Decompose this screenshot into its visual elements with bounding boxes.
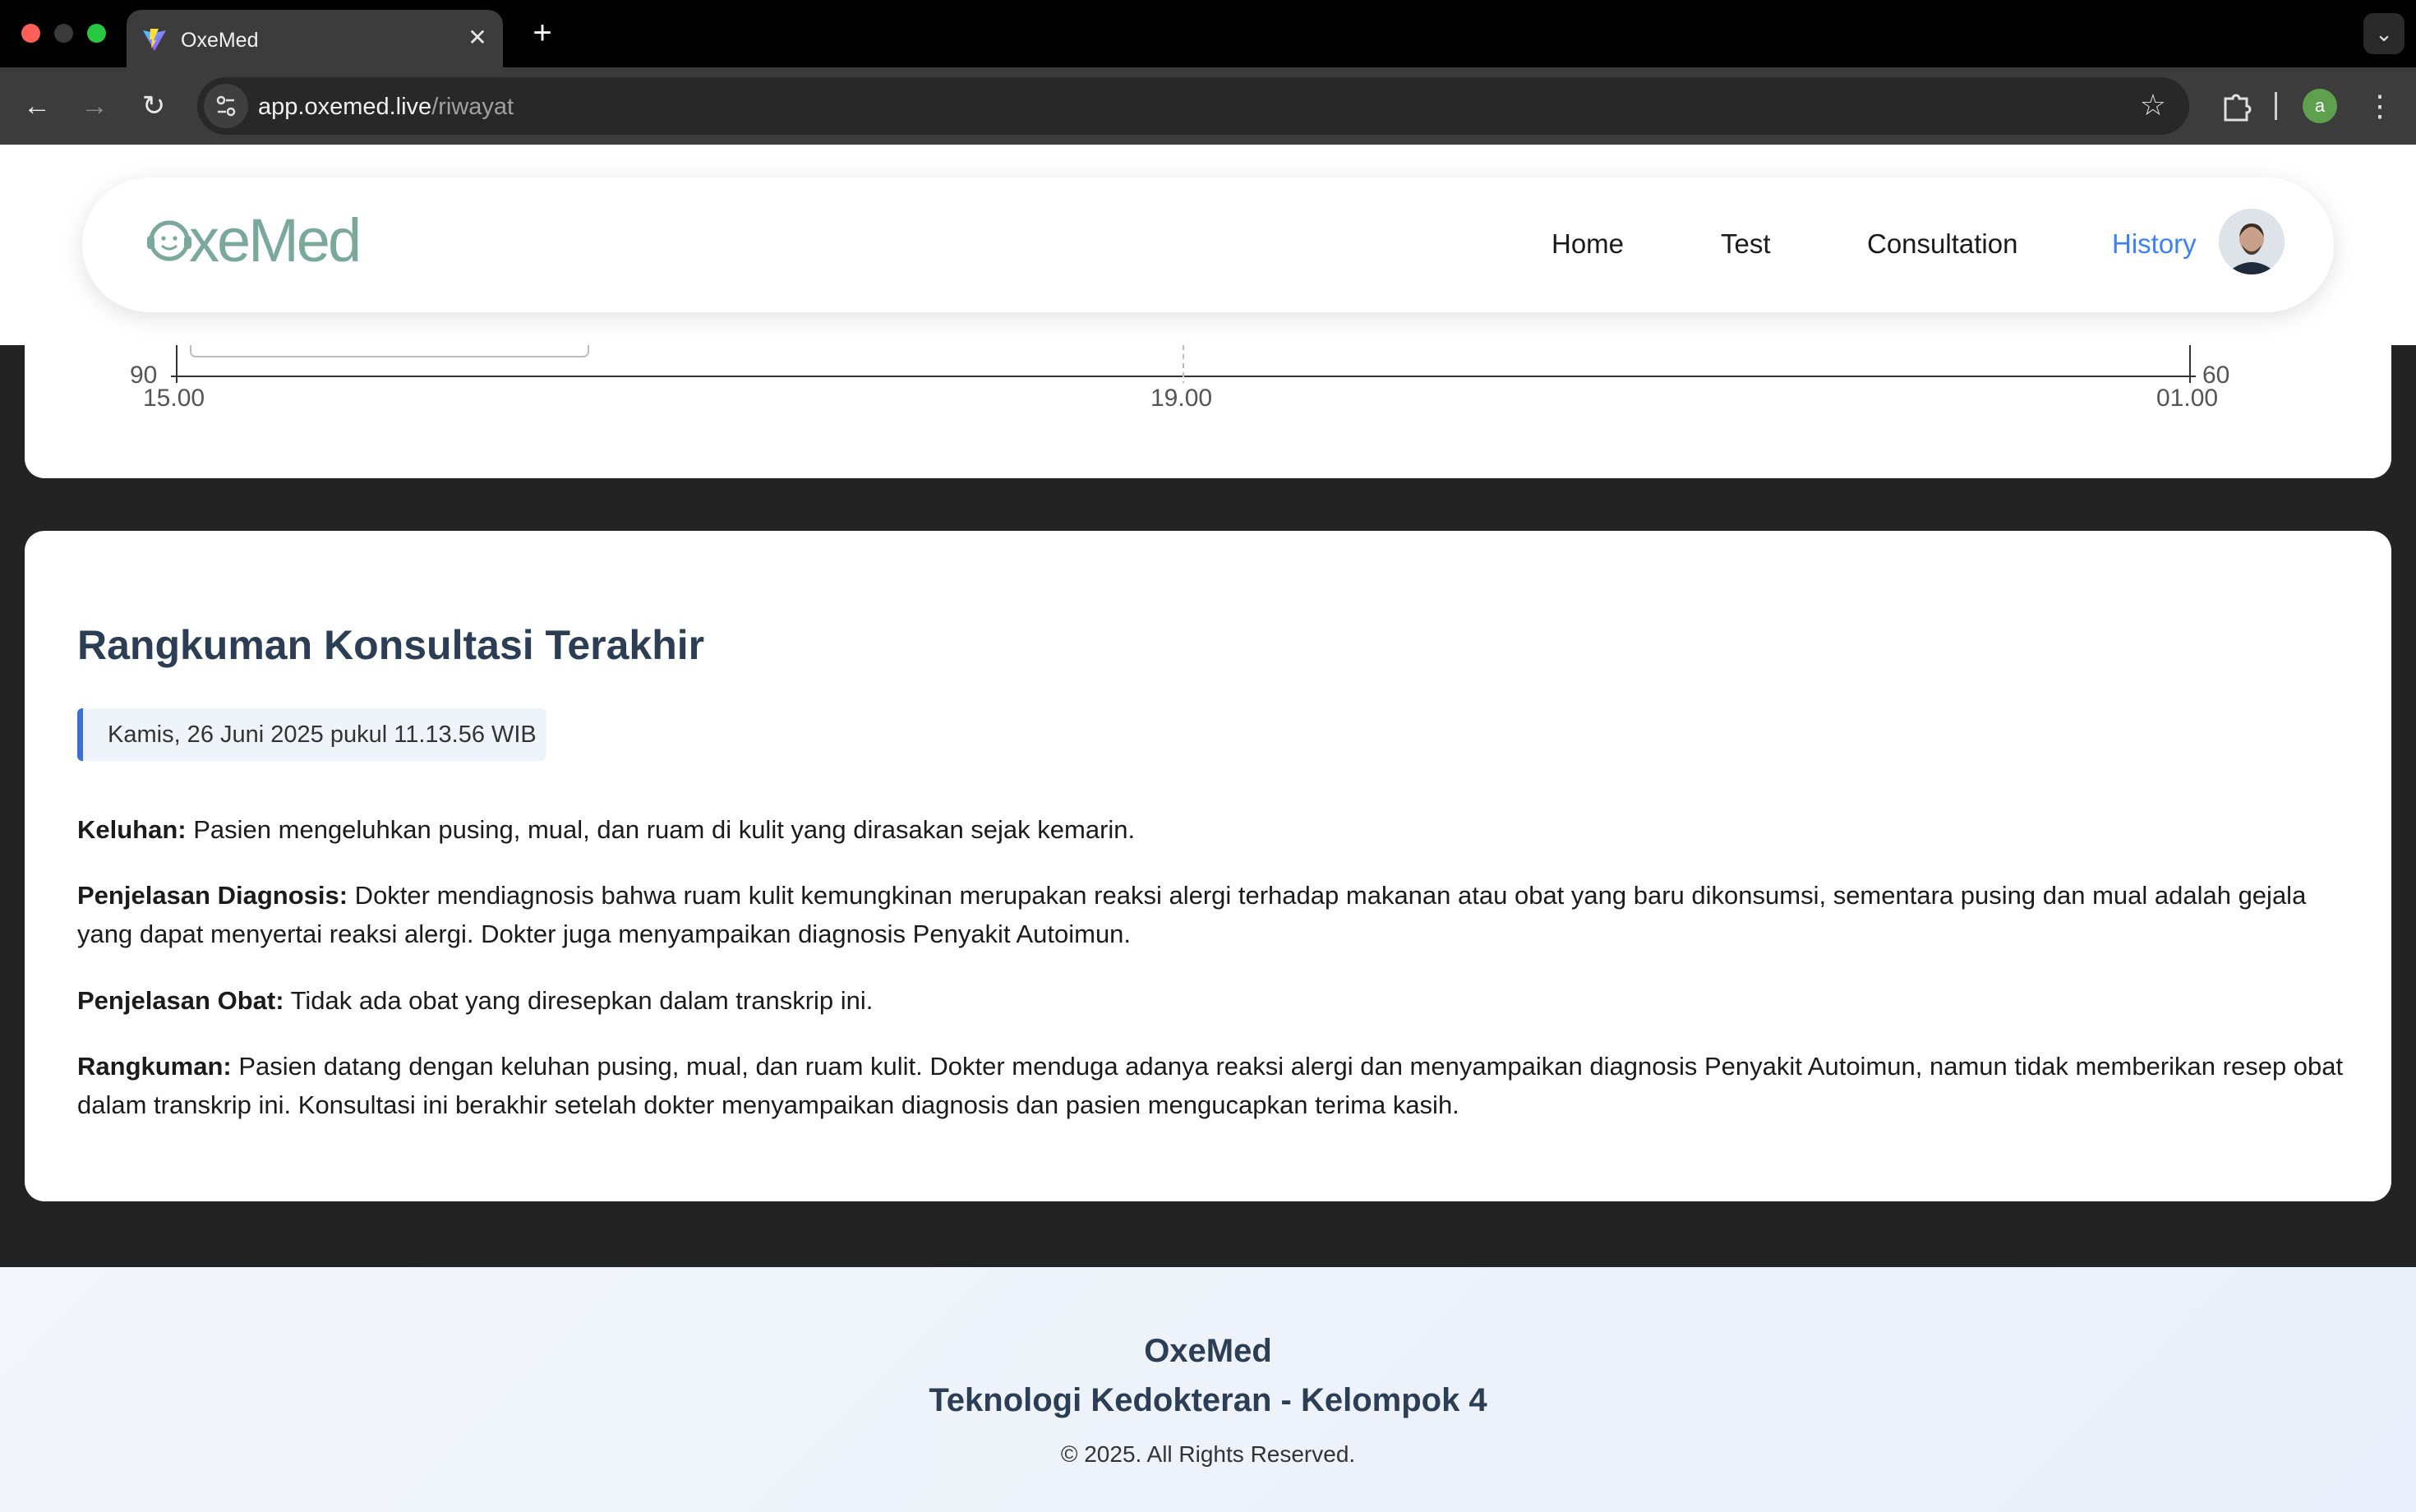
reload-icon[interactable]: ↻: [133, 85, 174, 127]
oxemed-logo-icon: [147, 220, 191, 261]
bookmark-star-icon[interactable]: ☆: [2140, 89, 2166, 122]
logo-text: xeMed: [189, 205, 362, 274]
summary-label: Rangkuman:: [77, 1052, 232, 1081]
site-info-icon[interactable]: [204, 84, 248, 128]
minimize-window-button[interactable]: [54, 24, 73, 43]
navbar: xeMed Home Test Consultation History: [82, 177, 2334, 312]
footer-copyright: © 2025. All Rights Reserved.: [1060, 1441, 1356, 1467]
tab-close-icon[interactable]: ✕: [463, 24, 491, 52]
back-arrow-icon[interactable]: ←: [16, 85, 58, 127]
consultation-date: Kamis, 26 Juni 2025 pukul 11.13.56 WIB: [77, 708, 546, 761]
x-tick-label: 01.00: [2156, 385, 2219, 412]
nav-consultation[interactable]: Consultation: [1867, 228, 2017, 260]
maximize-window-button[interactable]: [87, 24, 106, 43]
profile-avatar-icon[interactable]: a: [2303, 89, 2337, 123]
tab-title: OxeMed: [181, 29, 259, 52]
new-tab-button[interactable]: +: [526, 16, 559, 49]
summary-paragraph: Rangkuman: Pasien datang dengan keluhan …: [77, 1047, 2345, 1124]
user-avatar[interactable]: [2219, 209, 2285, 274]
chart-card: 90 60 15.00 19.00 01.00: [25, 345, 2391, 478]
complaint-paragraph: Keluhan: Pasien mengeluhkan pusing, mual…: [77, 810, 2345, 849]
browser-toolbar: ← → ↻ app.oxemed.live/riwayat ☆ a ⋮: [0, 67, 2416, 145]
nav-test[interactable]: Test: [1721, 228, 1771, 260]
chart-tooltip-box: [190, 345, 589, 357]
x-tick-label: 15.00: [143, 385, 205, 412]
close-window-button[interactable]: [21, 24, 40, 43]
diagnosis-paragraph: Penjelasan Diagnosis: Dokter mendiagnosi…: [77, 876, 2345, 953]
complaint-label: Keluhan:: [77, 815, 187, 844]
browser-tab[interactable]: OxeMed ✕: [127, 10, 503, 67]
nav-history[interactable]: History: [2112, 228, 2197, 260]
footer-subtitle: Teknologi Kedokteran - Kelompok 4: [929, 1382, 1487, 1418]
nav-home[interactable]: Home: [1551, 228, 1624, 260]
medication-label: Penjelasan Obat:: [77, 986, 284, 1015]
browser-tab-bar: OxeMed ✕ + ⌄: [0, 0, 2416, 67]
medication-paragraph: Penjelasan Obat: Tidak ada obat yang dir…: [77, 981, 2345, 1020]
browser-menu-icon[interactable]: ⋮: [2363, 85, 2396, 127]
forward-arrow-icon[interactable]: →: [74, 85, 115, 127]
vite-favicon-icon: [143, 29, 166, 51]
diagnosis-text: Dokter mendiagnosis bahwa ruam kulit kem…: [77, 881, 2307, 948]
complaint-text: Pasien mengeluhkan pusing, mual, dan rua…: [186, 815, 1136, 844]
oxemed-logo[interactable]: xeMed: [146, 205, 362, 274]
site-footer: OxeMed Teknologi Kedokteran - Kelompok 4…: [0, 1267, 2416, 1512]
toolbar-separator: [2275, 92, 2277, 120]
medication-text: Tidak ada obat yang diresepkan dalam tra…: [284, 986, 874, 1015]
x-tick-label: 19.00: [1150, 385, 1213, 412]
diagnosis-label: Penjelasan Diagnosis:: [77, 881, 348, 910]
extensions-puzzle-icon[interactable]: [2215, 85, 2257, 127]
address-bar[interactable]: app.oxemed.live/riwayat ☆: [197, 77, 2189, 135]
url-text[interactable]: app.oxemed.live/riwayat: [258, 94, 514, 121]
summary-text: Pasien datang dengan keluhan pusing, mua…: [77, 1052, 2344, 1119]
tab-search-chevron-icon[interactable]: ⌄: [2363, 13, 2404, 54]
site-header: xeMed Home Test Consultation History: [0, 145, 2416, 345]
summary-title: Rangkuman Konsultasi Terakhir: [77, 622, 705, 668]
consultation-summary-card: Rangkuman Konsultasi Terakhir Kamis, 26 …: [25, 531, 2391, 1201]
footer-brand: OxeMed: [1144, 1333, 1272, 1369]
